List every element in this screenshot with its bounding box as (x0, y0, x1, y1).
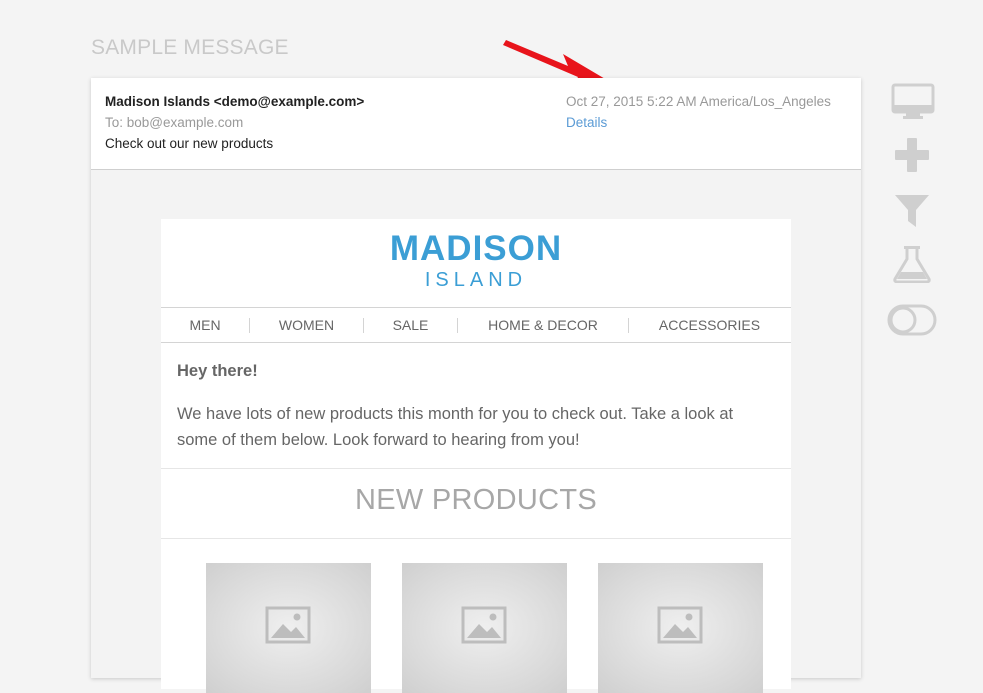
brand-logo[interactable]: MADISON ISLAND (161, 229, 791, 292)
recipient: To: bob@example.com (105, 115, 244, 130)
timestamp: Oct 27, 2015 5:22 AM America/Los_Angeles (566, 94, 831, 109)
image-placeholder-icon (657, 606, 703, 644)
divider (161, 538, 791, 539)
body-text: We have lots of new products this month … (177, 405, 734, 449)
logo-wordmark-top: MADISON (389, 229, 563, 268)
image-placeholder-icon (265, 606, 311, 644)
greeting: Hey there! (177, 362, 258, 380)
email-body: MADISON ISLAND MEN WOMEN SALE HOME & DEC… (161, 219, 791, 693)
nav-item-women[interactable]: WOMEN (250, 317, 363, 333)
logo-wordmark-bottom: ISLAND (424, 269, 528, 291)
sender: Madison Islands <demo@example.com> (105, 94, 365, 109)
flask-icon[interactable] (893, 245, 931, 283)
email-nav: MEN WOMEN SALE HOME & DECOR ACCESSORIES (161, 307, 791, 343)
product-thumbnail[interactable] (206, 563, 371, 693)
subject: Check out our new products (105, 136, 274, 151)
nav-item-home-decor[interactable]: HOME & DECOR (458, 317, 628, 333)
message-card: Madison Islands <demo@example.com> To: b… (91, 78, 861, 693)
details-link[interactable]: Details (566, 115, 607, 130)
product-thumbnail[interactable] (402, 563, 567, 693)
image-placeholder-icon (461, 606, 507, 644)
section-title: NEW PRODUCTS (354, 484, 598, 516)
nav-item-accessories[interactable]: ACCESSORIES (629, 317, 790, 333)
filter-icon[interactable] (894, 193, 930, 229)
plus-icon[interactable] (894, 137, 930, 173)
toggle-icon[interactable] (887, 304, 937, 336)
message-header: Madison Islands <demo@example.com> To: b… (91, 78, 861, 170)
page-heading: SAMPLE MESSAGE (91, 36, 289, 59)
divider (161, 468, 791, 469)
product-thumbnail[interactable] (598, 563, 763, 693)
nav-item-sale[interactable]: SALE (364, 317, 457, 333)
nav-item-men[interactable]: MEN (161, 317, 249, 333)
desktop-icon[interactable] (891, 83, 935, 121)
